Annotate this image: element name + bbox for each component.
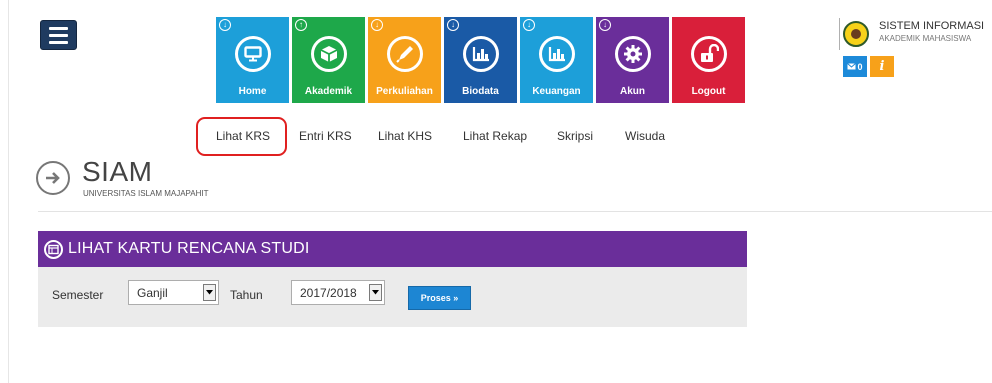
brand-title: SISTEM INFORMASI xyxy=(879,20,985,32)
nav-tile-home[interactable]: ↓ Home xyxy=(216,17,289,103)
semester-select[interactable]: Ganjil xyxy=(128,280,219,305)
subnav-wisuda[interactable]: Wisuda xyxy=(625,129,665,143)
tahun-select[interactable]: 2017/2018 xyxy=(291,280,385,305)
download-arrow-icon: ↓ xyxy=(447,19,459,31)
download-arrow-icon: ↓ xyxy=(219,19,231,31)
hamburger-menu-button[interactable] xyxy=(40,20,77,50)
filter-form: Semester Ganjil Tahun 2017/2018 Proses » xyxy=(38,267,747,327)
subnav-skripsi[interactable]: Skripsi xyxy=(557,129,593,143)
header-divider xyxy=(38,211,992,212)
menu-bar-icon xyxy=(49,33,68,37)
info-button[interactable]: i xyxy=(870,56,894,77)
nav-tile-label: Perkuliahan xyxy=(376,86,433,97)
university-logo xyxy=(843,21,869,47)
nav-tile-label: Home xyxy=(238,86,267,97)
subnav-lihat-rekap[interactable]: Lihat Rekap xyxy=(463,129,527,143)
bar-chart-icon xyxy=(539,36,575,72)
proses-button[interactable]: Proses » xyxy=(408,286,471,310)
upload-arrow-icon: ↑ xyxy=(295,19,307,31)
nav-tile-label: Biodata xyxy=(462,86,499,97)
subnav-entri-krs[interactable]: Entri KRS xyxy=(299,129,352,143)
brand-divider xyxy=(839,18,840,50)
main-nav-tiles: ↓ Home ↑ Akademik ↓ Perkuliahan ↓ Biodat… xyxy=(216,17,745,103)
bar-chart-icon xyxy=(463,36,499,72)
info-icon: i xyxy=(879,59,885,74)
nav-tile-logout[interactable]: Logout xyxy=(672,17,745,103)
tahun-label: Tahun xyxy=(230,288,263,302)
gear-icon xyxy=(615,36,651,72)
download-arrow-icon: ↓ xyxy=(599,19,611,31)
nav-tile-label: Akun xyxy=(620,86,645,97)
menu-bar-icon xyxy=(49,26,68,30)
envelope-icon xyxy=(847,63,857,70)
panel-header: LIHAT KARTU RENCANA STUDI xyxy=(38,231,747,267)
semester-select-value: Ganjil xyxy=(137,286,168,300)
logo-emblem-icon xyxy=(851,29,861,39)
cube-icon xyxy=(311,36,347,72)
menu-bar-icon xyxy=(49,40,68,44)
pencil-icon xyxy=(387,36,423,72)
download-arrow-icon: ↓ xyxy=(523,19,535,31)
card-icon xyxy=(44,239,63,259)
arrow-right-circle-icon xyxy=(36,161,70,195)
site-title: SIAM xyxy=(82,156,153,187)
nav-tile-biodata[interactable]: ↓ Biodata xyxy=(444,17,517,103)
brand-subtitle: AKADEMIK MAHASISWA xyxy=(879,34,972,43)
nav-tile-perkuliahan[interactable]: ↓ Perkuliahan xyxy=(368,17,441,103)
nav-tile-label: Keuangan xyxy=(532,86,581,97)
messages-count: 0 xyxy=(857,61,863,72)
page-left-border xyxy=(8,0,9,383)
nav-tile-label: Logout xyxy=(691,86,726,97)
nav-tile-label: Akademik xyxy=(304,86,353,97)
tahun-select-value: 2017/2018 xyxy=(300,286,357,300)
semester-label: Semester xyxy=(52,288,104,302)
dropdown-arrow-icon xyxy=(203,284,216,301)
dropdown-arrow-icon xyxy=(369,284,382,301)
download-arrow-icon: ↓ xyxy=(371,19,383,31)
nav-tile-akun[interactable]: ↓ Akun xyxy=(596,17,669,103)
subnav-lihat-khs[interactable]: Lihat KHS xyxy=(378,129,432,143)
unlock-icon xyxy=(691,36,727,72)
messages-badge-button[interactable]: 0 xyxy=(843,56,867,77)
monitor-icon xyxy=(235,36,271,72)
nav-tile-akademik[interactable]: ↑ Akademik xyxy=(292,17,365,103)
nav-tile-keuangan[interactable]: ↓ Keuangan xyxy=(520,17,593,103)
site-subtitle: UNIVERSITAS ISLAM MAJAPAHIT xyxy=(83,189,209,198)
sub-navigation: Lihat KRS Entri KRS Lihat KHS Lihat Reka… xyxy=(0,129,700,145)
panel-title: LIHAT KARTU RENCANA STUDI xyxy=(68,240,310,257)
highlight-annotation xyxy=(196,117,287,156)
